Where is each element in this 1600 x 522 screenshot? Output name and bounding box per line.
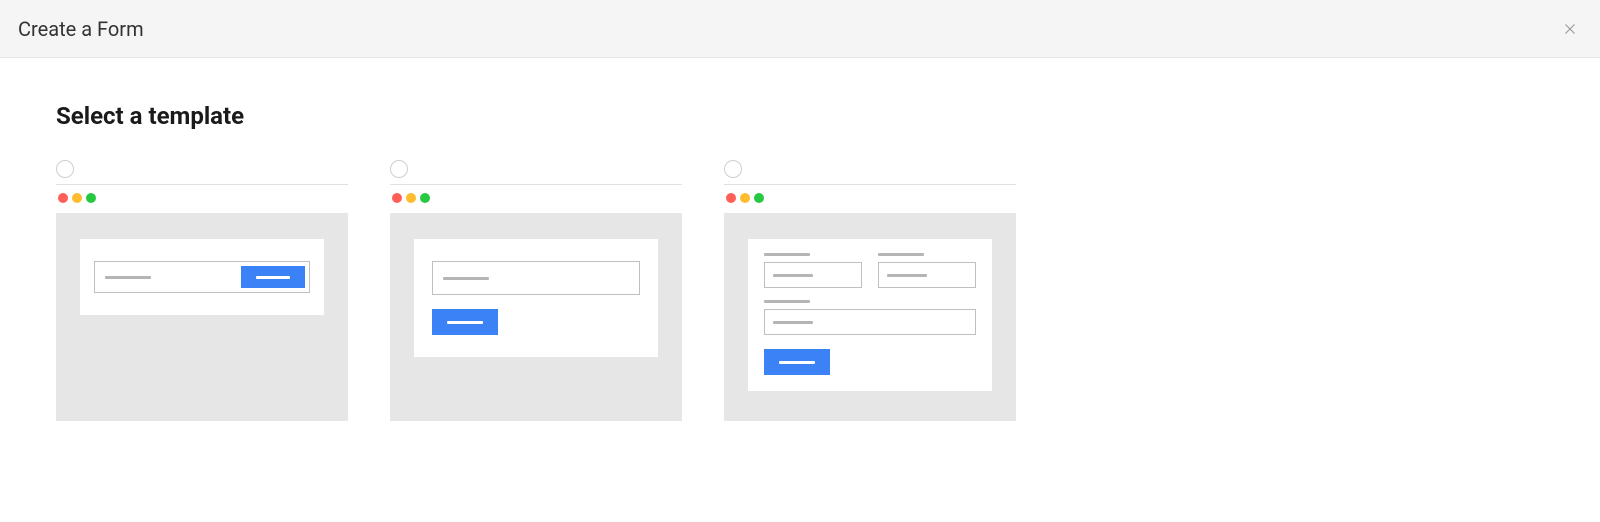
window-controls (724, 193, 1016, 203)
preview-full-field (764, 300, 976, 335)
template-grid (56, 160, 1544, 421)
preview-label-icon (878, 253, 924, 256)
preview-inline-form (94, 261, 310, 293)
traffic-light-yellow-icon (406, 193, 416, 203)
window-controls (56, 193, 348, 203)
preview-label-icon (764, 253, 810, 256)
template-radio-row (390, 160, 682, 185)
preview-input-icon (878, 262, 976, 288)
preview-label-icon (764, 300, 810, 303)
preview-input-icon (432, 261, 640, 295)
traffic-light-yellow-icon (72, 193, 82, 203)
template-preview (724, 213, 1016, 421)
preview-field-col (764, 253, 862, 288)
section-title: Select a template (56, 102, 1544, 130)
close-icon (1561, 20, 1579, 38)
traffic-light-green-icon (420, 193, 430, 203)
preview-window (414, 239, 658, 357)
template-option-inline[interactable] (56, 160, 348, 421)
preview-field-col (878, 253, 976, 288)
preview-input-icon (764, 309, 976, 335)
preview-button-icon (764, 349, 830, 375)
template-preview (56, 213, 348, 421)
dialog-content: Select a template (0, 58, 1600, 465)
radio-unchecked-icon[interactable] (724, 160, 742, 178)
template-preview (390, 213, 682, 421)
preview-window (80, 239, 324, 315)
template-option-stacked[interactable] (390, 160, 682, 421)
preview-button-icon (241, 266, 305, 288)
template-radio-row (724, 160, 1016, 185)
window-controls (390, 193, 682, 203)
close-button[interactable] (1558, 17, 1582, 41)
preview-input-icon (764, 262, 862, 288)
traffic-light-red-icon (726, 193, 736, 203)
radio-unchecked-icon[interactable] (56, 160, 74, 178)
traffic-light-green-icon (754, 193, 764, 203)
template-radio-row (56, 160, 348, 185)
dialog-header: Create a Form (0, 0, 1600, 58)
template-option-multi-field[interactable] (724, 160, 1016, 421)
traffic-light-red-icon (58, 193, 68, 203)
traffic-light-green-icon (86, 193, 96, 203)
traffic-light-yellow-icon (740, 193, 750, 203)
dialog-title: Create a Form (18, 17, 144, 41)
traffic-light-red-icon (392, 193, 402, 203)
preview-window (748, 239, 992, 391)
preview-input-icon (99, 269, 241, 285)
preview-button-icon (432, 309, 498, 335)
radio-unchecked-icon[interactable] (390, 160, 408, 178)
preview-two-col-row (764, 253, 976, 288)
